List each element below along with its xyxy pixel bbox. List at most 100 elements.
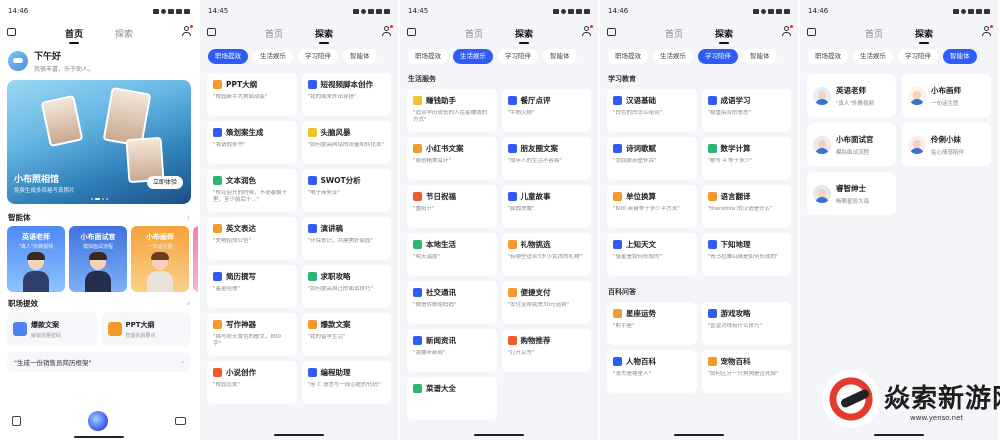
feature-card[interactable]: 便捷支付 "支付宝帮我充30元话费" <box>501 281 591 324</box>
tool-hot-copy[interactable]: 爆款文案 解锁流量密码 <box>7 312 97 346</box>
feature-card[interactable]: 汉语基础 "白色的白怎么组词" <box>607 89 697 132</box>
chip-category[interactable]: 智能体 <box>343 49 377 64</box>
tool-ppt-outline[interactable]: PPT大纲 智能拆解要点 <box>101 312 191 346</box>
profile-icon[interactable] <box>582 25 593 37</box>
feature-card[interactable]: 诗词歌赋 "念奴娇赤壁怀古" <box>607 137 697 180</box>
chip-category[interactable]: 生活娱乐 <box>653 49 693 64</box>
profile-icon[interactable] <box>182 25 193 37</box>
agent-card[interactable]: 小布面试官 模拟面试流程 <box>807 123 896 166</box>
feature-card[interactable]: PPT大纲 "校园新手大赛启动会" <box>207 73 297 116</box>
feature-card[interactable]: 爆款文案 "我的留学生活" <box>301 313 391 356</box>
document-icon[interactable] <box>12 416 21 426</box>
feature-card[interactable]: 成语学习 "稳重搞合的意思" <box>701 89 791 132</box>
chip-category[interactable]: 职场提效 <box>808 49 848 64</box>
feature-card[interactable]: 写作神器 "描写秋天景色的散文，800 字" <box>207 313 297 356</box>
chat-history-icon[interactable] <box>607 28 616 36</box>
feature-title: 本地生活 <box>426 240 456 249</box>
feature-card[interactable]: 英文表达 "失物招领公告" <box>207 217 297 260</box>
chip-category[interactable]: 学习陪伴 <box>298 49 338 64</box>
feature-card[interactable]: 餐厅点评 "牛肉火锅" <box>501 89 591 132</box>
suggested-prompt[interactable]: "生成一份销售员简历框架" › <box>7 352 191 372</box>
chip-category[interactable]: 职场提效 <box>408 49 448 64</box>
chip-category[interactable]: 学习陪伴 <box>698 49 738 64</box>
chip-category[interactable]: 智能体 <box>543 49 577 64</box>
chip-category[interactable]: 职场提效 <box>608 49 648 64</box>
feature-card[interactable]: 下知地理 "青马拉雅山脉是如何形成的" <box>701 233 791 276</box>
profile-icon[interactable] <box>382 25 393 37</box>
feature-card[interactable]: 菜谱大全 <box>407 377 497 420</box>
feature-card[interactable]: 朋友圈文案 "成年人的生活不容易" <box>501 137 591 180</box>
feature-card[interactable]: 赚钱助手 "适合学历较低的人在家赚钱的方式" <box>407 89 497 132</box>
promo-banner[interactable]: 小布照相馆 免费生成多风格写真照片 立即体验 <box>7 80 191 204</box>
chip-category[interactable]: 职场提效 <box>208 49 248 64</box>
feature-card[interactable]: 小红书文案 "原创精美耳环" <box>407 137 497 180</box>
profile-icon[interactable] <box>982 25 993 37</box>
feature-card[interactable]: 数学计算 "根号 4 等于多少" <box>701 137 791 180</box>
tab-explore[interactable]: 探索 <box>115 27 133 40</box>
tab-home[interactable]: 首页 <box>65 27 83 44</box>
feature-card[interactable]: 头脑风暴 "如何提高网站的流量和转化率" <box>301 121 391 164</box>
feature-card[interactable]: 策划案生成 "我请假条书" <box>207 121 297 164</box>
tab-explore[interactable]: 探索 <box>715 27 733 44</box>
chat-history-icon[interactable] <box>207 28 216 36</box>
feature-card[interactable]: 演讲稿 "环保意识，共建美好家园" <box>301 217 391 260</box>
tab-explore[interactable]: 探索 <box>315 27 333 44</box>
chip-category[interactable]: 生活娱乐 <box>853 49 893 64</box>
feature-card[interactable]: 单位换算 "600 英亩等于多少平方米" <box>607 185 697 228</box>
agent-card[interactable]: 英语老师 "真人"外教视频 <box>807 74 896 117</box>
agent-name: 小布面试官 <box>80 233 116 241</box>
feature-card[interactable]: 上知天文 "彗星是如何形成的" <box>607 233 697 276</box>
tab-home[interactable]: 首页 <box>865 27 883 40</box>
agent-card-interviewer[interactable]: 小布面试官 模拟面试流程 <box>69 226 127 292</box>
tab-home[interactable]: 首页 <box>465 27 483 40</box>
tab-explore[interactable]: 探索 <box>915 27 933 44</box>
feature-card[interactable]: 节日祝福 "重阳节" <box>407 185 497 228</box>
agent-card[interactable]: 睿智绅士 畅聊星辰大海 <box>807 172 896 215</box>
feature-card[interactable]: 星座运势 "射手座" <box>607 302 697 345</box>
agent-card[interactable]: 伶俐小妹 贴心情感陪伴 <box>902 123 991 166</box>
agent-card-english-teacher[interactable]: 英语老师 "真人"外教视频 <box>7 226 65 292</box>
tab-explore[interactable]: 探索 <box>515 27 533 44</box>
chat-history-icon[interactable] <box>7 28 16 36</box>
feature-card[interactable]: 本地生活 "明天温度" <box>407 233 497 276</box>
chip-category[interactable]: 生活娱乐 <box>453 49 493 64</box>
feature-card[interactable]: 文本润色 "校花迎开的时候，不说春飘十里，至少前后十…" <box>207 169 297 212</box>
agent-card-painter[interactable]: 小布画师 一句话生图 <box>131 226 189 292</box>
chevron-right-icon[interactable]: › <box>187 213 190 222</box>
keyboard-icon[interactable] <box>175 417 186 425</box>
feature-card[interactable]: 小说创作 "校园恋爱" <box>207 361 297 404</box>
status-icons <box>753 8 790 14</box>
feature-card[interactable]: 求职攻略 "如何提高自己的面试技巧" <box>301 265 391 308</box>
feature-card[interactable]: SWOT分析 "电子商务业" <box>301 169 391 212</box>
feature-card[interactable]: 游戏攻略 "宣望对线有什么技巧" <box>701 302 791 345</box>
chat-history-icon[interactable] <box>407 28 416 36</box>
feature-card[interactable]: 宠物百科 "如何区分一只狗狗是否死掉" <box>701 350 791 393</box>
tab-home[interactable]: 首页 <box>665 27 683 40</box>
try-now-button[interactable]: 立即体验 <box>146 176 183 189</box>
chip-category[interactable]: 生活娱乐 <box>253 49 293 64</box>
chip-category[interactable]: 智能体 <box>943 49 977 64</box>
feature-card[interactable]: 简历撰写 "基金经理" <box>207 265 297 308</box>
feature-card[interactable]: 社交通讯 "微信转账给妈妈" <box>407 281 497 324</box>
chat-history-icon[interactable] <box>807 28 816 36</box>
feature-card[interactable]: 语言翻译 "therefore 的汉语是什么" <box>701 185 791 228</box>
moments-icon <box>507 144 517 153</box>
agent-card-partial[interactable] <box>193 226 198 292</box>
feature-card[interactable]: 短视频脚本创作 "我的周末外出穿搭" <box>301 73 391 116</box>
feature-card[interactable]: 新闻资讯 "我要听新闻" <box>407 329 497 372</box>
feature-card[interactable]: 礼物挑选 "有哪些适合3岁小女孩的礼物" <box>501 233 591 276</box>
agent-card[interactable]: 小布画师 一句话生图 <box>902 74 991 117</box>
feature-card[interactable]: 编程助理 "用 C 语言写一段心脏的代码" <box>301 361 391 404</box>
feature-card[interactable]: 购物推荐 "打开京东" <box>501 329 591 372</box>
feature-card[interactable]: 人物百科 "张杰是哪里人" <box>607 350 697 393</box>
agent-avatar <box>813 135 831 154</box>
voice-assistant-orb-icon[interactable] <box>88 411 108 431</box>
chip-category[interactable]: 学习陪伴 <box>898 49 938 64</box>
chevron-right-icon[interactable]: › <box>187 299 190 308</box>
chip-category[interactable]: 智能体 <box>743 49 777 64</box>
agent-avatar <box>908 135 926 154</box>
chip-category[interactable]: 学习陪伴 <box>498 49 538 64</box>
tab-home[interactable]: 首页 <box>265 27 283 40</box>
feature-card[interactable]: 儿童故事 "狐假虎威" <box>501 185 591 228</box>
profile-icon[interactable] <box>782 25 793 37</box>
